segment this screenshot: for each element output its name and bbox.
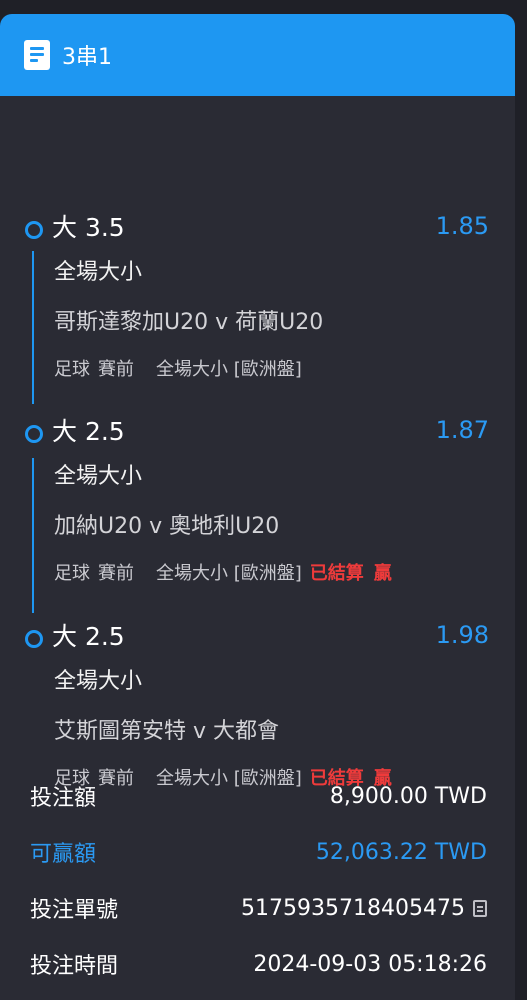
time-row: 投注時間 2024-09-03 05:18:26 [30,936,487,992]
leg-status: 已結算 [309,563,364,584]
leg-connector [32,458,34,613]
leg-connector [32,251,34,404]
bet-slip-header: 3串1 [0,14,515,96]
leg-pick: 大 2.5 [52,622,125,651]
leg-odds: 1.98 [435,621,489,649]
stake-value: 8,900.00 TWD [329,783,487,809]
leg-odds: 1.87 [435,416,489,444]
bet-summary: 投注額 8,900.00 TWD 可贏額 52,063.22 TWD 投注單號 … [30,768,487,992]
payout-row: 可贏額 52,063.22 TWD [30,824,487,880]
leg-stage: 賽前 [98,359,134,380]
leg-market-detail: 全場大小 [歐洲盤] [156,563,302,584]
leg-sport: 足球 [54,359,90,380]
bet-slip-card: 3串1 大 3.5 1.85 全場大小 哥斯達黎加U20 v 荷蘭U20 足球 … [0,14,515,1000]
leg-market: 全場大小 [54,464,143,489]
leg-meta: 足球 賽前 全場大小 [歐洲盤] 已結算 贏 [54,556,489,588]
document-icon [24,40,50,70]
leg-marker-icon [25,221,43,239]
leg-marker-icon [25,630,43,648]
leg-match: 哥斯達黎加U20 v 荷蘭U20 [54,310,324,335]
leg-pick: 大 2.5 [52,417,125,446]
leg-odds: 1.85 [435,212,489,240]
leg-match: 加納U20 v 奧地利U20 [54,514,280,539]
leg-meta: 足球 賽前 全場大小 [歐洲盤] [54,352,489,384]
leg-marker-icon [25,425,43,443]
leg-match: 艾斯圖第安特 v 大都會 [54,719,280,744]
stake-row: 投注額 8,900.00 TWD [30,768,487,824]
ticket-value-group: 5175935718405475 [241,896,487,921]
leg-result-badge: 贏 [373,563,392,584]
bet-leg: 大 3.5 1.85 全場大小 哥斯達黎加U20 v 荷蘭U20 足球 賽前 全… [0,206,515,404]
copy-icon[interactable] [473,899,487,917]
time-label: 投注時間 [30,954,119,979]
ticket-label: 投注單號 [30,898,119,923]
time-value: 2024-09-03 05:18:26 [253,951,487,977]
leg-stage: 賽前 [98,563,134,584]
ticket-row: 投注單號 5175935718405475 [30,880,487,936]
leg-market-detail: 全場大小 [歐洲盤] [156,359,302,380]
ticket-number: 5175935718405475 [241,895,465,921]
bet-leg: 大 2.5 1.87 全場大小 加納U20 v 奧地利U20 足球 賽前 全場大… [0,410,515,613]
payout-label: 可贏額 [30,842,97,867]
payout-value: 52,063.22 TWD [315,839,487,865]
bet-leg: 大 2.5 1.98 全場大小 艾斯圖第安特 v 大都會 足球 賽前 全場大小 … [0,615,515,793]
leg-pick: 大 3.5 [52,213,125,242]
leg-sport: 足球 [54,563,90,584]
parlay-title: 3串1 [62,45,112,70]
leg-market: 全場大小 [54,260,143,285]
stake-label: 投注額 [30,786,97,811]
leg-market: 全場大小 [54,669,143,694]
